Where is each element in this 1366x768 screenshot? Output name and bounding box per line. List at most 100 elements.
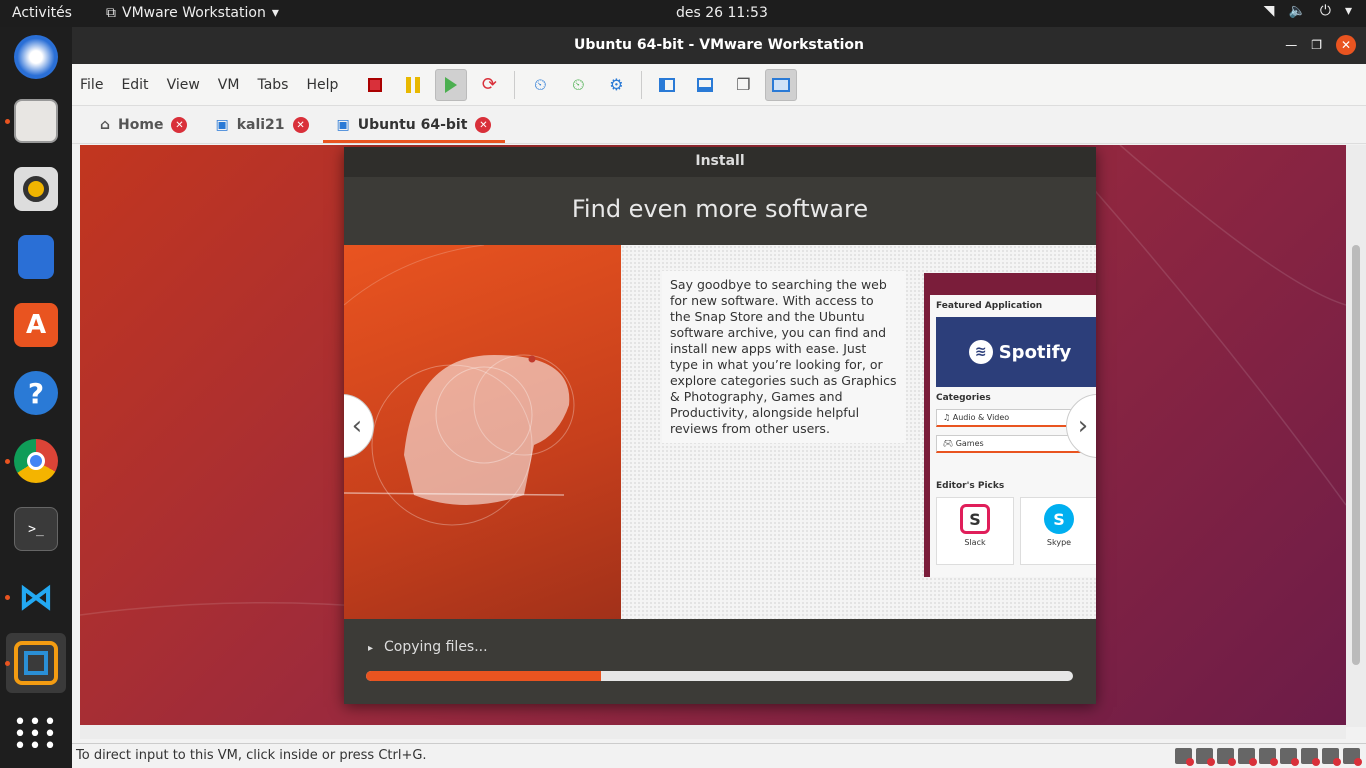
volume-icon: 🔈 [1288, 3, 1306, 19]
tab-home[interactable]: ⌂ Home ✕ [86, 107, 201, 143]
vscode-icon[interactable]: ⋈ [5, 567, 66, 627]
window-controls: — ❐ ✕ [1285, 35, 1356, 55]
snapshot-manager-icon[interactable]: ⚙ [600, 69, 632, 101]
reset-icon[interactable]: ⟳ [473, 69, 505, 101]
gnome-top-bar: Activités ⧉ VMware Workstation ▾ des 26 … [0, 0, 1366, 27]
sidebar-toggle-icon[interactable] [651, 69, 683, 101]
help-icon[interactable]: ? [6, 363, 66, 423]
revert-snapshot-icon[interactable]: ⏲ [562, 69, 594, 101]
app-menu-label: VMware Workstation [122, 5, 266, 21]
pick-skype: S Skype [1020, 497, 1096, 565]
picks-label: Editor's Picks [936, 481, 1005, 491]
minimize-icon[interactable]: — [1285, 38, 1297, 52]
vmware-icon[interactable] [5, 633, 66, 693]
network-icon[interactable] [1259, 748, 1278, 766]
beaver-illustration [344, 245, 575, 526]
progress-bar [366, 671, 1073, 681]
writer-icon[interactable] [6, 227, 66, 287]
install-progress: ▸ Copying files... [344, 619, 1096, 704]
spotify-banner: ≋ Spotify [936, 317, 1096, 387]
power-off-icon[interactable] [359, 69, 391, 101]
close-tab-icon[interactable]: ✕ [171, 117, 188, 133]
status-bar: To direct input to this VM, click inside… [72, 743, 1366, 768]
horizontal-scrollbar[interactable] [80, 725, 1346, 739]
thumbnail-bar-icon[interactable] [689, 69, 721, 101]
category-label: Games [955, 439, 984, 448]
featured-label: Featured Application [936, 301, 1043, 311]
slideshow: Say goodbye to searching the web for new… [344, 245, 1096, 619]
skype-icon: S [1044, 504, 1074, 534]
vm-guest-screen[interactable]: Install Find even more software Say good… [80, 145, 1346, 725]
unity-icon[interactable]: ❐ [727, 69, 759, 101]
system-tray[interactable]: ◥ 🔈 ⏻ ▾ [1264, 3, 1352, 19]
chrome-icon[interactable] [5, 431, 66, 491]
tab-kali21[interactable]: ▣ kali21 ✕ [201, 107, 322, 143]
menu-help[interactable]: Help [306, 77, 338, 93]
gamepad-icon: 🎮︎ [943, 439, 956, 448]
editors-picks: S Slack S Skype [936, 497, 1096, 565]
files-icon[interactable] [5, 91, 66, 151]
spotify-icon: ≋ [968, 340, 993, 364]
scrollbar-thumb[interactable] [1352, 245, 1360, 665]
pick-label: Slack [964, 538, 986, 547]
progress-fill [366, 671, 602, 681]
sound-icon[interactable] [1301, 748, 1320, 766]
slide-description: Say goodbye to searching the web for new… [662, 271, 906, 443]
tab-label: Home [118, 117, 164, 133]
ubuntu-dock: A ? >_ ⋈ ••• ••• ••• [0, 27, 72, 768]
slide-heading: Find even more software [571, 195, 869, 223]
pick-label: Skype [1046, 538, 1072, 547]
printer-icon[interactable] [1322, 748, 1341, 766]
app-menu[interactable]: ⧉ VMware Workstation ▾ [106, 5, 279, 21]
maximize-icon[interactable]: ❐ [1311, 38, 1322, 52]
suspend-icon[interactable] [397, 69, 429, 101]
music-note-icon: ♫ [943, 413, 953, 422]
thunderbird-icon[interactable] [6, 27, 66, 87]
menu-vm[interactable]: VM [218, 77, 240, 93]
window-titlebar[interactable]: Ubuntu 64-bit - VMware Workstation — ❐ ✕ [72, 27, 1366, 64]
software-icon[interactable]: A [6, 295, 66, 355]
expand-triangle-icon[interactable]: ▸ [368, 643, 373, 654]
installer-title: Install [344, 147, 1096, 177]
cdrom-icon[interactable] [1196, 748, 1215, 766]
clock[interactable]: des 26 11:53 [676, 5, 768, 21]
close-window-button[interactable]: ✕ [1336, 35, 1356, 55]
toolbar-separator [514, 70, 516, 99]
status-message: To direct input to this VM, click inside… [76, 748, 427, 763]
vm-icon: ▣ [215, 117, 229, 133]
hdd-icon[interactable] [1175, 748, 1194, 766]
rhythmbox-icon[interactable] [6, 159, 66, 219]
power-on-icon[interactable] [435, 68, 468, 101]
menu-view[interactable]: View [167, 77, 200, 93]
tab-ubuntu[interactable]: ▣ Ubuntu 64-bit ✕ [322, 107, 506, 143]
slack-icon: S [960, 504, 990, 534]
activities-button[interactable]: Activités [12, 5, 72, 21]
close-tab-icon[interactable]: ✕ [475, 117, 492, 133]
device-icons [1175, 748, 1362, 766]
display-icon[interactable] [1343, 748, 1362, 766]
fullscreen-icon[interactable] [765, 68, 798, 101]
category-label: Audio & Video [952, 413, 1010, 422]
menu-file[interactable]: File [80, 77, 103, 93]
snapshot-icon[interactable]: ⏲ [524, 69, 556, 101]
vmware-small-icon: ⧉ [106, 5, 116, 21]
close-tab-icon[interactable]: ✕ [292, 117, 309, 133]
toolbar-separator [641, 70, 643, 99]
vmware-window: Ubuntu 64-bit - VMware Workstation — ❐ ✕… [72, 27, 1366, 768]
beaver-artwork [344, 245, 621, 619]
installer-dialog: Install Find even more software Say good… [344, 147, 1096, 704]
progress-label: Copying files... [384, 639, 488, 655]
menu-tabs[interactable]: Tabs [257, 77, 288, 93]
vm-icon: ▣ [336, 117, 350, 133]
home-icon: ⌂ [100, 117, 111, 133]
floppy-icon[interactable] [1238, 748, 1257, 766]
cdrom-icon[interactable] [1217, 748, 1236, 766]
menu-edit[interactable]: Edit [121, 77, 148, 93]
pick-slack: S Slack [936, 497, 1014, 565]
app-grid-icon[interactable]: ••• ••• ••• [6, 705, 66, 765]
usb-icon[interactable] [1280, 748, 1299, 766]
vertical-scrollbar[interactable] [1346, 145, 1366, 727]
terminal-icon[interactable]: >_ [6, 499, 66, 559]
wifi-icon: ◥ [1263, 3, 1275, 19]
menubar: File Edit View VM Tabs Help ⟳ ⏲ ⏲ ⚙ ❐ [72, 64, 1366, 106]
